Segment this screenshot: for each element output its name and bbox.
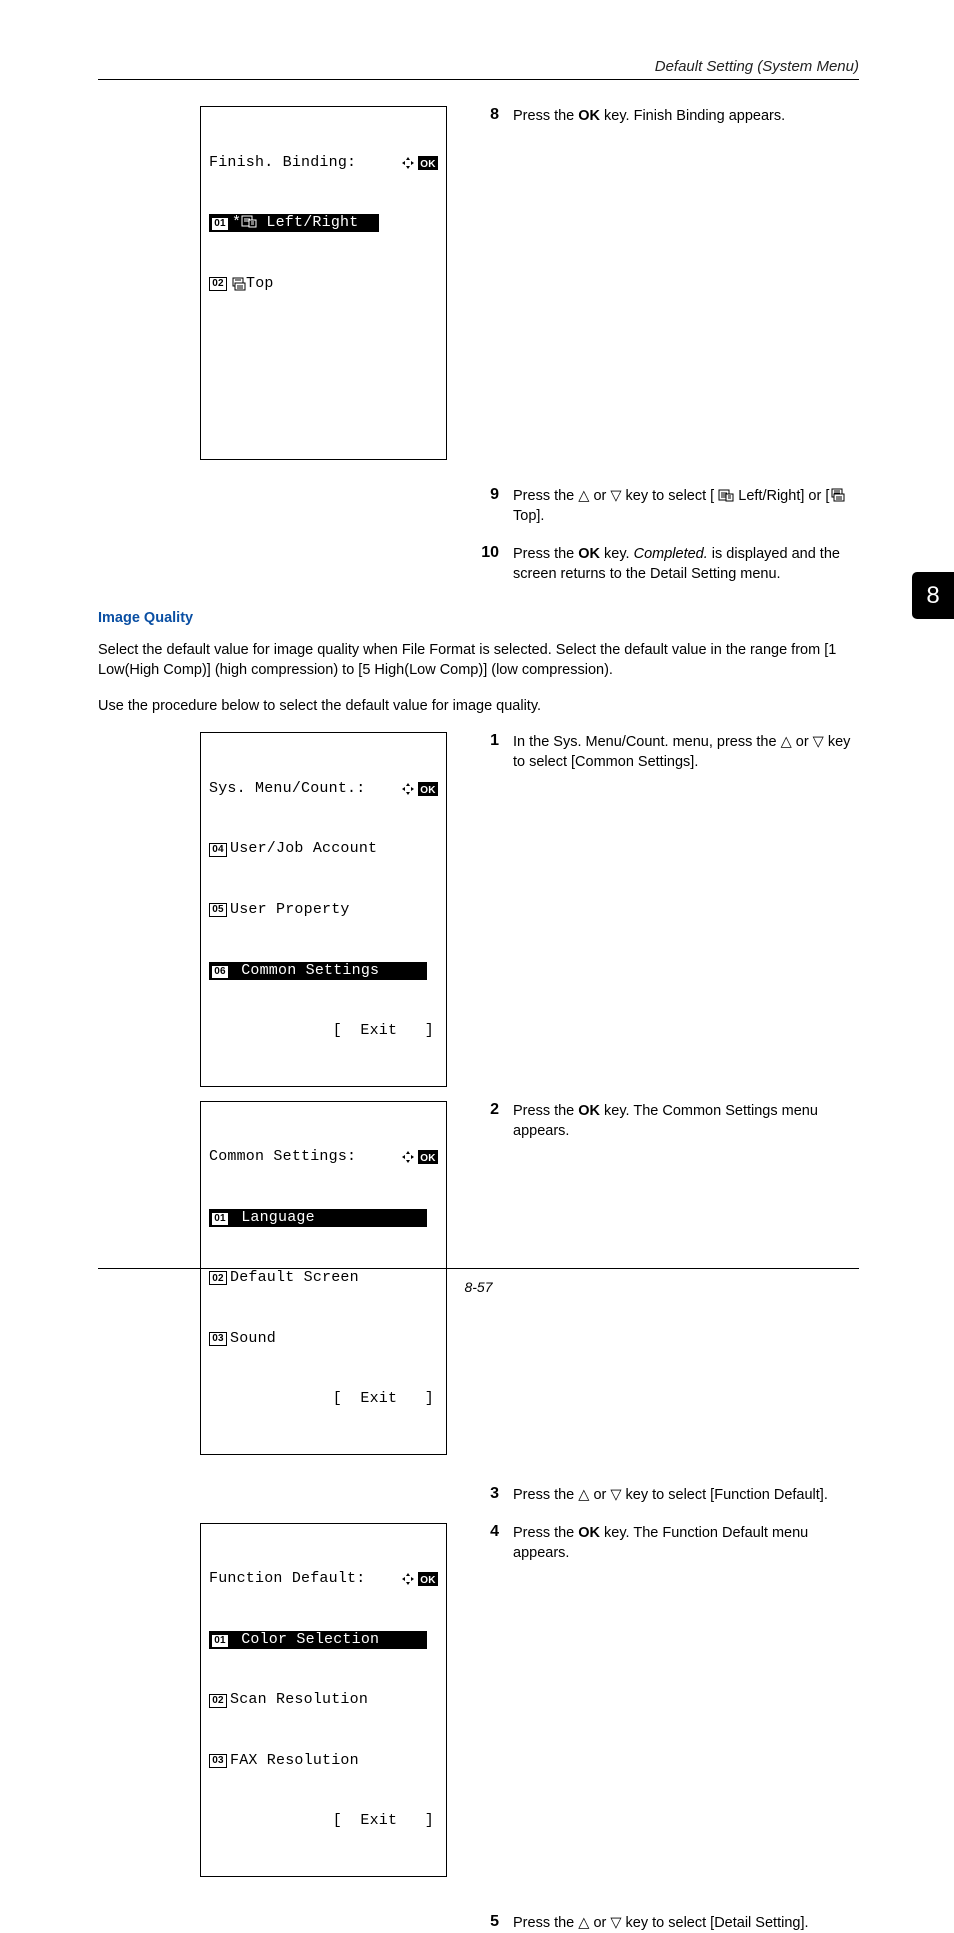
step-2: 2 Press the OK key. The Common Settings … (481, 1101, 859, 1141)
lcd1-title: Finish. Binding: (209, 153, 356, 173)
lcd-finish-binding: Finish. Binding: OK 01* Left/Right 02 To… (200, 106, 447, 460)
footer-rule (98, 1268, 859, 1269)
section-p2: Use the procedure below to select the de… (98, 696, 859, 716)
step-8-text: Press the OK key. Finish Binding appears… (513, 106, 785, 126)
svg-text:OK: OK (420, 159, 436, 170)
lcd1-row1-text: Left/Right (257, 214, 358, 231)
header-rule (98, 79, 859, 80)
step-1-text: In the Sys. Menu/Count. menu, press the … (513, 732, 859, 772)
lcd1-row2-text: Top (246, 274, 274, 294)
nav-ok-indicator: OK (401, 156, 438, 170)
step-10-text: Press the OK key. Completed. is displaye… (513, 544, 859, 584)
lcd2-title: Sys. Menu/Count.: (209, 779, 365, 799)
chapter-tab: 8 (912, 572, 954, 619)
step-8: 8 Press the OK key. Finish Binding appea… (481, 106, 859, 126)
step-2-text: Press the OK key. The Common Settings me… (513, 1101, 859, 1141)
nav-ok-indicator: OK (401, 1572, 438, 1586)
step-4-text: Press the OK key. The Function Default m… (513, 1523, 859, 1563)
step-9: 9 Press the △ or ▽ key to select [ Left/… (481, 486, 859, 526)
lcd1-row1-num: 01 (211, 217, 229, 231)
step-9-text: Press the △ or ▽ key to select [ Left/Ri… (513, 486, 859, 526)
lcd4-title: Function Default: (209, 1569, 365, 1589)
lcd1-row2-num: 02 (209, 277, 227, 291)
step-5-text: Press the △ or ▽ key to select [Detail S… (513, 1913, 809, 1933)
step-4: 4 Press the OK key. The Function Default… (481, 1523, 859, 1563)
page-number: 8-57 (464, 1279, 492, 1295)
lcd-function-default: Function Default: OK 01 Color Selection … (200, 1523, 447, 1877)
svg-text:OK: OK (420, 1153, 436, 1164)
section-title-image-quality: Image Quality (98, 610, 859, 626)
step-10: 10 Press the OK key. Completed. is displ… (481, 544, 859, 584)
section-p1: Select the default value for image quali… (98, 640, 859, 680)
lcd3-title: Common Settings: (209, 1147, 356, 1167)
step-3: 3 Press the △ or ▽ key to select [Functi… (481, 1485, 859, 1505)
page-header: Default Setting (System Menu) (98, 58, 859, 75)
step-1: 1 In the Sys. Menu/Count. menu, press th… (481, 732, 859, 772)
nav-ok-indicator: OK (401, 782, 438, 796)
svg-text:OK: OK (420, 1575, 436, 1586)
step-3-text: Press the △ or ▽ key to select [Function… (513, 1485, 828, 1505)
step-5: 5 Press the △ or ▽ key to select [Detail… (481, 1913, 859, 1933)
lcd-sys-menu: Sys. Menu/Count.: OK 04 User/Job Account… (200, 732, 447, 1086)
svg-text:OK: OK (420, 785, 436, 796)
nav-ok-indicator: OK (401, 1150, 438, 1164)
